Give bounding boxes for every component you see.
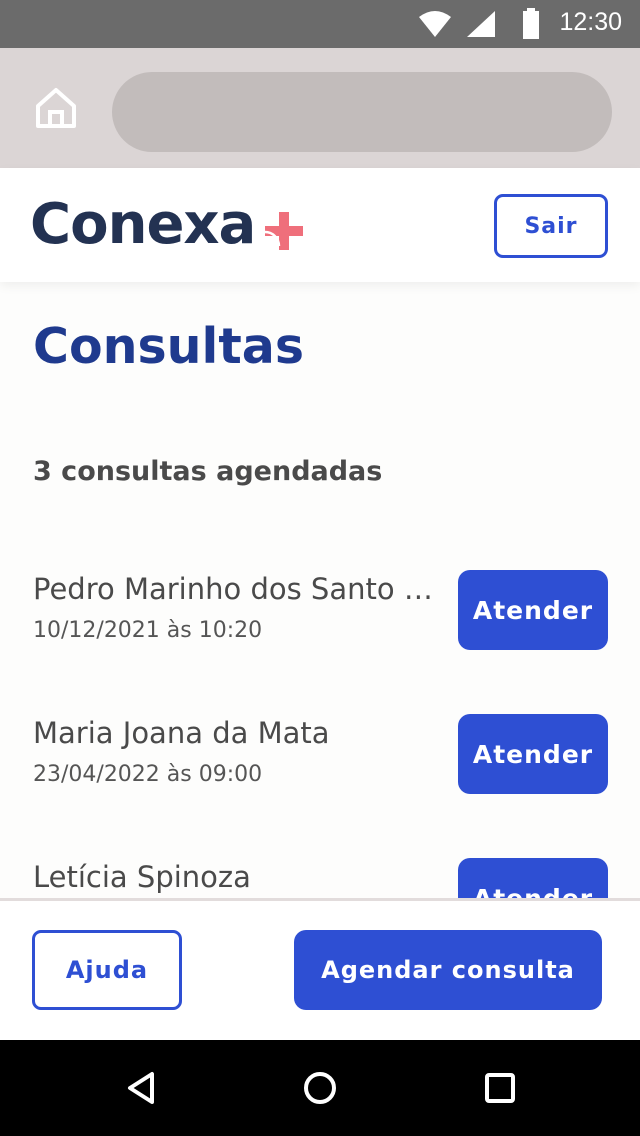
appointment-datetime: 23/04/2022 às 09:00 xyxy=(33,762,263,787)
logo-text: Conexa xyxy=(30,191,256,257)
attend-button[interactable]: Atender xyxy=(458,714,608,794)
app-header: Conexa Sair xyxy=(0,168,640,282)
footer: Ajuda Agendar consulta xyxy=(0,901,640,1040)
attend-button[interactable]: Atender xyxy=(458,570,608,650)
status-clock: 12:30 xyxy=(559,8,622,36)
browser-bar xyxy=(0,48,640,168)
wifi-icon xyxy=(419,11,451,37)
medical-cross-signal-icon xyxy=(265,212,304,250)
back-icon[interactable] xyxy=(122,1068,162,1108)
attend-button[interactable]: Atender xyxy=(458,858,608,898)
url-input[interactable] xyxy=(112,72,612,152)
patient-name: Maria Joana da Mata xyxy=(33,716,330,750)
appointment-list: Pedro Marinho dos Santo l... 10/12/2021 … xyxy=(0,540,640,898)
cell-signal-icon xyxy=(467,11,495,37)
page-title: Consultas xyxy=(33,318,305,375)
patient-name: Letícia Spinoza xyxy=(33,860,251,894)
appointment-item: Maria Joana da Mata 23/04/2022 às 09:00 … xyxy=(0,714,640,804)
schedule-appointment-button[interactable]: Agendar consulta xyxy=(294,930,602,1010)
appointment-item: Letícia Spinoza Atender xyxy=(0,858,640,898)
home-circle-icon[interactable] xyxy=(300,1068,340,1108)
recents-icon[interactable] xyxy=(480,1068,520,1108)
status-bar: 12:30 xyxy=(0,0,640,48)
logout-button[interactable]: Sair xyxy=(494,194,608,258)
appointment-item: Pedro Marinho dos Santo l... 10/12/2021 … xyxy=(0,570,640,660)
logo: Conexa xyxy=(30,191,304,257)
appointment-count: 3 consultas agendadas xyxy=(33,456,383,487)
help-button[interactable]: Ajuda xyxy=(32,930,182,1010)
home-icon[interactable] xyxy=(34,86,78,130)
patient-name: Pedro Marinho dos Santo l... xyxy=(33,572,435,606)
appointment-datetime: 10/12/2021 às 10:20 xyxy=(33,618,263,643)
navigation-bar xyxy=(0,1040,640,1136)
battery-icon xyxy=(523,8,539,39)
